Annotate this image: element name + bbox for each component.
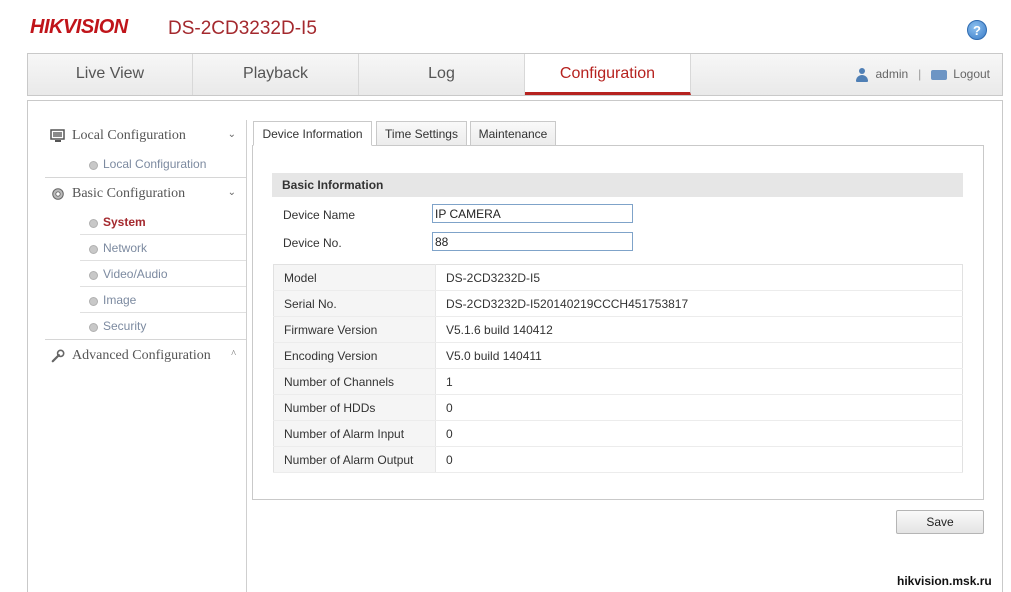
info-value: DS-2CD3232D-I520140219CCCH451753817 bbox=[435, 290, 963, 317]
monitor-icon bbox=[50, 129, 65, 142]
tab-device-information[interactable]: Device Information bbox=[253, 121, 372, 146]
tab-time-settings[interactable]: Time Settings bbox=[376, 121, 467, 146]
sidebar-group-label: Basic Configuration bbox=[72, 186, 186, 201]
info-value: V5.1.6 build 140412 bbox=[435, 316, 963, 343]
device-info-table: Model DS-2CD3232D-I5 Serial No. DS-2CD32… bbox=[273, 264, 963, 473]
save-button[interactable]: Save bbox=[896, 510, 984, 534]
nav-tab-configuration[interactable]: Configuration bbox=[525, 54, 691, 95]
table-row: Number of HDDs 0 bbox=[273, 394, 963, 421]
sidebar-group-local-configuration[interactable]: Local Configuration ⌄ bbox=[45, 123, 246, 149]
wrench-icon bbox=[51, 349, 65, 363]
table-row: Model DS-2CD3232D-I5 bbox=[273, 264, 963, 291]
chevron-up-icon[interactable]: ^ bbox=[231, 349, 236, 360]
table-row: Number of Alarm Input 0 bbox=[273, 420, 963, 447]
info-value: DS-2CD3232D-I5 bbox=[435, 264, 963, 291]
table-row: Number of Channels 1 bbox=[273, 368, 963, 395]
watermark-text: hikvision.msk.ru bbox=[897, 574, 992, 588]
hikvision-logo: HIKVISION bbox=[30, 16, 128, 38]
info-label: Number of Channels bbox=[273, 368, 436, 395]
tab-maintenance[interactable]: Maintenance bbox=[470, 121, 556, 146]
logout-link[interactable]: Logout bbox=[953, 54, 990, 95]
info-label: Firmware Version bbox=[273, 316, 436, 343]
sidebar-item-system[interactable]: System bbox=[80, 209, 246, 235]
sidebar-item-security[interactable]: Security bbox=[80, 313, 246, 339]
user-area: admin | Logout bbox=[855, 54, 990, 95]
question-icon[interactable]: ? bbox=[967, 20, 987, 40]
user-icon bbox=[855, 67, 869, 82]
basic-information-header: Basic Information bbox=[272, 173, 963, 197]
nav-tab-live-view[interactable]: Live View bbox=[28, 54, 193, 95]
info-value: V5.0 build 140411 bbox=[435, 342, 963, 369]
info-label: Number of Alarm Output bbox=[273, 446, 436, 473]
info-value: 0 bbox=[435, 446, 963, 473]
sidebar-group-label: Local Configuration bbox=[72, 128, 186, 143]
nav-separator: | bbox=[918, 67, 922, 81]
device-model-title: DS-2CD3232D-I5 bbox=[168, 18, 317, 39]
info-value: 0 bbox=[435, 420, 963, 447]
sidebar-item-image[interactable]: Image bbox=[80, 287, 246, 313]
device-no-field[interactable] bbox=[432, 232, 633, 251]
info-label: Number of Alarm Input bbox=[273, 420, 436, 447]
logout-icon[interactable] bbox=[931, 69, 948, 80]
nav-tab-playback[interactable]: Playback bbox=[193, 54, 359, 95]
sidebar-divider bbox=[45, 177, 246, 178]
device-name-label: Device Name bbox=[283, 208, 356, 222]
nav-tab-log[interactable]: Log bbox=[359, 54, 525, 95]
info-value: 1 bbox=[435, 368, 963, 395]
sidebar-item-local-configuration[interactable]: Local Configuration bbox=[80, 151, 246, 177]
sidebar-border bbox=[246, 120, 247, 592]
sidebar-group-label: Advanced Configuration bbox=[72, 348, 211, 363]
table-row: Encoding Version V5.0 build 140411 bbox=[273, 342, 963, 369]
username: admin bbox=[875, 67, 909, 81]
device-name-field[interactable] bbox=[432, 204, 633, 223]
info-label: Number of HDDs bbox=[273, 394, 436, 421]
info-value: 0 bbox=[435, 394, 963, 421]
sidebar-item-video-audio[interactable]: Video/Audio bbox=[80, 261, 246, 287]
device-no-label: Device No. bbox=[283, 236, 342, 250]
table-row: Firmware Version V5.1.6 build 140412 bbox=[273, 316, 963, 343]
sidebar-group-basic-configuration[interactable]: Basic Configuration ⌄ bbox=[45, 181, 246, 207]
table-row: Serial No. DS-2CD3232D-I520140219CCCH451… bbox=[273, 290, 963, 317]
main-nav-bar: Live View Playback Log Configuration adm… bbox=[27, 53, 1003, 96]
chevron-down-icon[interactable]: ⌄ bbox=[228, 129, 236, 140]
sidebar-item-network[interactable]: Network bbox=[80, 235, 246, 261]
chevron-down-icon[interactable]: ⌄ bbox=[228, 187, 236, 198]
table-row: Number of Alarm Output 0 bbox=[273, 446, 963, 473]
gear-icon bbox=[52, 188, 64, 200]
info-label: Serial No. bbox=[273, 290, 436, 317]
sidebar-divider bbox=[45, 339, 246, 340]
info-label: Encoding Version bbox=[273, 342, 436, 369]
sidebar-group-advanced-configuration[interactable]: Advanced Configuration ^ bbox=[45, 343, 246, 369]
info-label: Model bbox=[273, 264, 436, 291]
